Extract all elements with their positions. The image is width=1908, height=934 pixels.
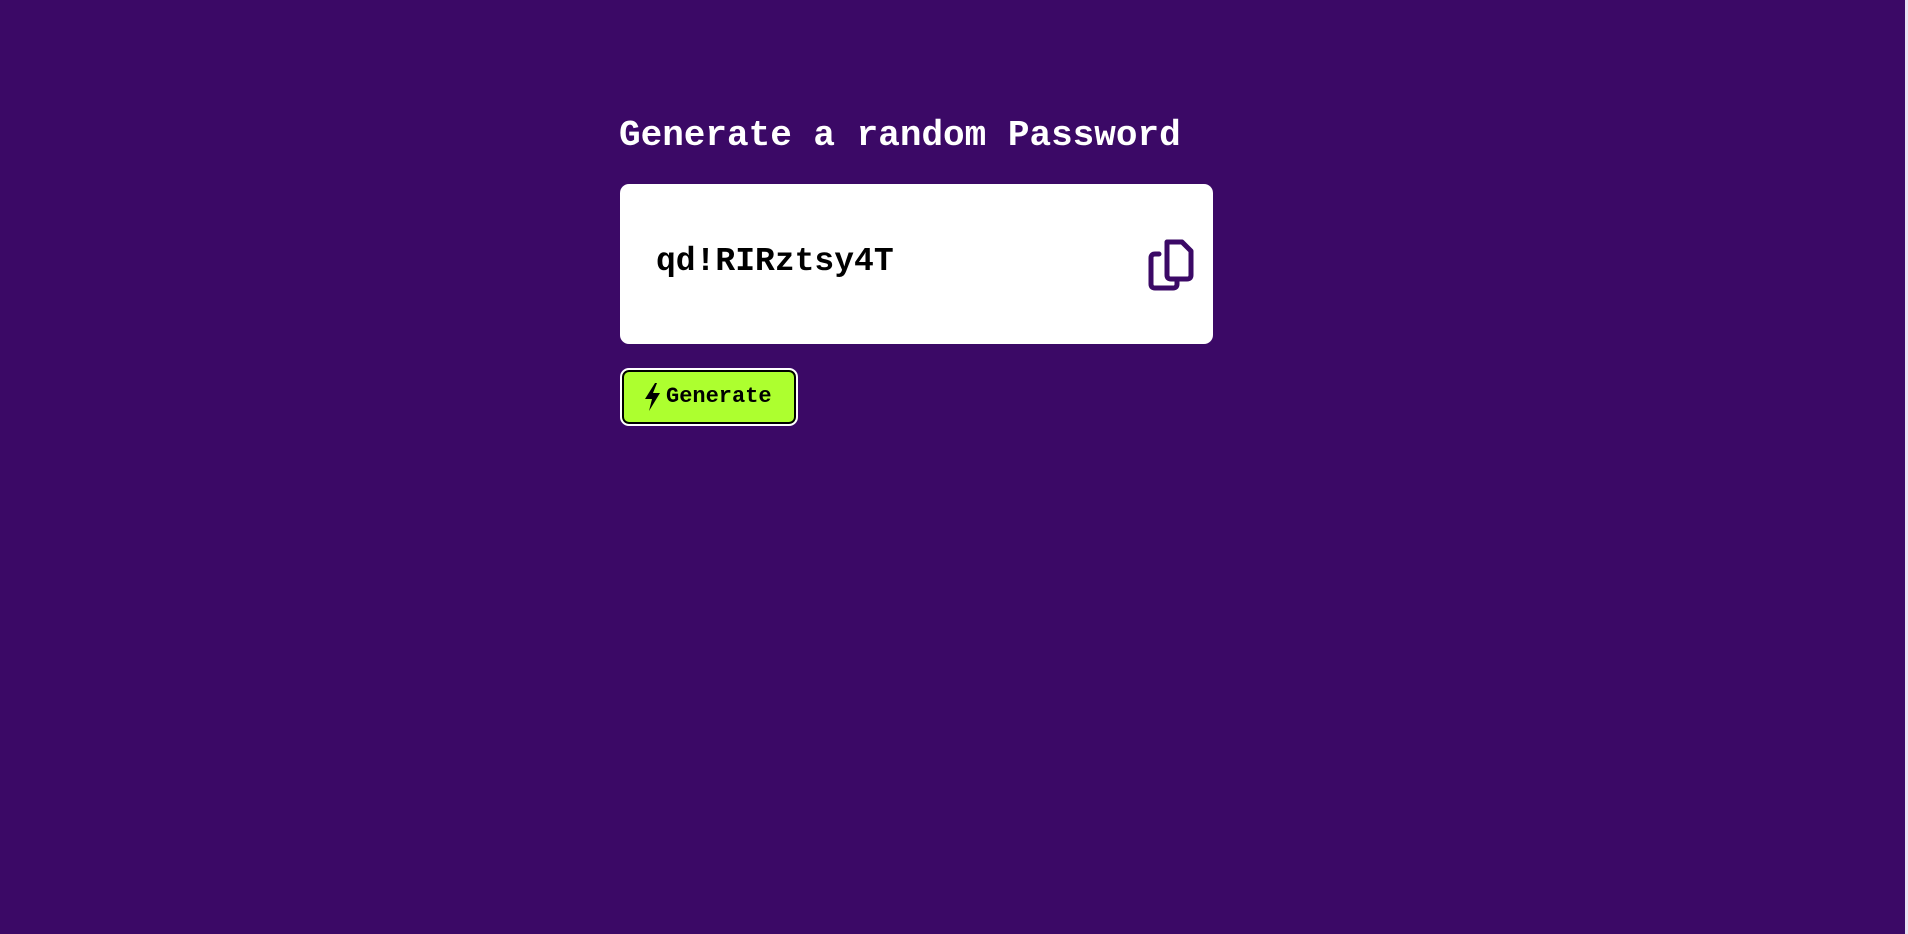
generate-button[interactable]: Generate (620, 368, 798, 426)
generate-button-label: Generate (666, 384, 772, 409)
password-display-card: qd!RIRztsy4T (620, 184, 1213, 344)
copy-button[interactable] (1145, 239, 1195, 291)
generated-password: qd!RIRztsy4T (656, 243, 894, 280)
copy-icon (1148, 239, 1194, 291)
lightning-bolt-icon (642, 382, 662, 412)
password-generator: Generate a random Password qd!RIRztsy4T … (619, 110, 1219, 426)
page-title: Generate a random Password (619, 115, 1181, 156)
page: { "page": { "title": "Generate a random … (0, 0, 1908, 934)
